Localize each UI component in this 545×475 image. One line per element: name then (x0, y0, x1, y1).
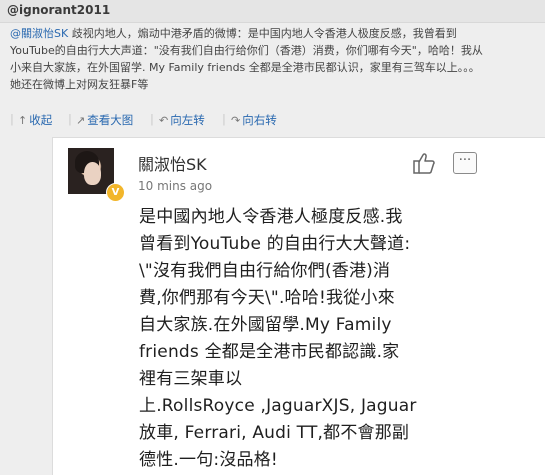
collapse-button[interactable]: ↑ 收起 (18, 112, 52, 128)
collapse-icon: ↑ (18, 114, 28, 127)
body-line: 放車, Ferrari, Audi TT,都不會那副 (139, 423, 410, 443)
view-large-icon: ↗ (76, 114, 86, 127)
mention-link[interactable]: @關淑怡SK (10, 27, 68, 40)
thumbs-up-icon (413, 153, 435, 174)
more-options-button[interactable]: ··· (453, 152, 477, 174)
avatar-face (84, 162, 101, 185)
separator: | (10, 112, 14, 126)
weibo-post-text: @關淑怡SK 歧视内地人，煽动中港矛盾的微博：是中国内地人令香港人极度反感，我曾… (10, 25, 535, 93)
body-line: 曾看到YouTube 的自由行大大聲道: (139, 234, 411, 254)
separator: | (68, 112, 72, 126)
embedded-post-body: 是中國內地人令香港人極度反感.我 曾看到YouTube 的自由行大大聲道: \"… (139, 204, 529, 474)
body-line: 上.RollsRoyce ,JaguarXJS, Jaguar (139, 396, 417, 416)
collapse-label: 收起 (29, 113, 53, 127)
view-large-button[interactable]: ↗ 查看大图 (76, 112, 133, 128)
separator: | (222, 112, 226, 126)
post-line: 小来自大家族，在外国留学. My Family friends 全都是全港市民都… (10, 61, 480, 74)
rotate-left-icon: ↶ (159, 114, 169, 127)
rotate-right-button[interactable]: ↷ 向右转 (231, 112, 277, 128)
body-line: 裡有三架車以 (139, 369, 243, 389)
rotate-left-label: 向左转 (170, 113, 205, 127)
body-line: 德性.一句:沒品格! (139, 450, 278, 470)
rotate-right-icon: ↷ (231, 114, 241, 127)
post-line: YouTube的自由行大大声道："没有我们自由行给你们（香港）消费，你们哪有今天… (10, 44, 483, 57)
body-line: 自大家族.在外國留學.My Family (139, 315, 392, 335)
user-name[interactable]: 關淑怡SK (138, 151, 207, 175)
body-line: \"沒有我們自由行給你們(香港)消 (139, 261, 391, 281)
post-line: 她还在微博上对网友狂暴F等 (10, 78, 149, 91)
rotate-left-button[interactable]: ↶ 向左转 (159, 112, 205, 128)
like-button[interactable] (411, 150, 437, 176)
header-bar: @ignorant2011 (0, 0, 545, 23)
verified-badge-icon: V (106, 183, 125, 202)
more-icon: ··· (458, 153, 472, 168)
body-line: 是中國內地人令香港人極度反感.我 (139, 207, 403, 227)
body-line: friends 全都是全港市民都認識.家 (139, 342, 400, 362)
embedded-post-screenshot: V 關淑怡SK 10 mins ago ··· 是中國內地人令香港人極度反感.我… (52, 137, 545, 475)
view-large-label: 查看大图 (87, 113, 134, 127)
post-timestamp: 10 mins ago (138, 179, 213, 193)
body-line: 費,你們那有今天\".哈哈!我從小來 (139, 288, 395, 308)
author-handle[interactable]: @ignorant2011 (7, 3, 110, 17)
rotate-right-label: 向右转 (242, 113, 277, 127)
post-line: 歧视内地人，煽动中港矛盾的微博：是中国内地人令香港人极度反感，我曾看到 (68, 27, 457, 40)
separator: | (150, 112, 154, 126)
